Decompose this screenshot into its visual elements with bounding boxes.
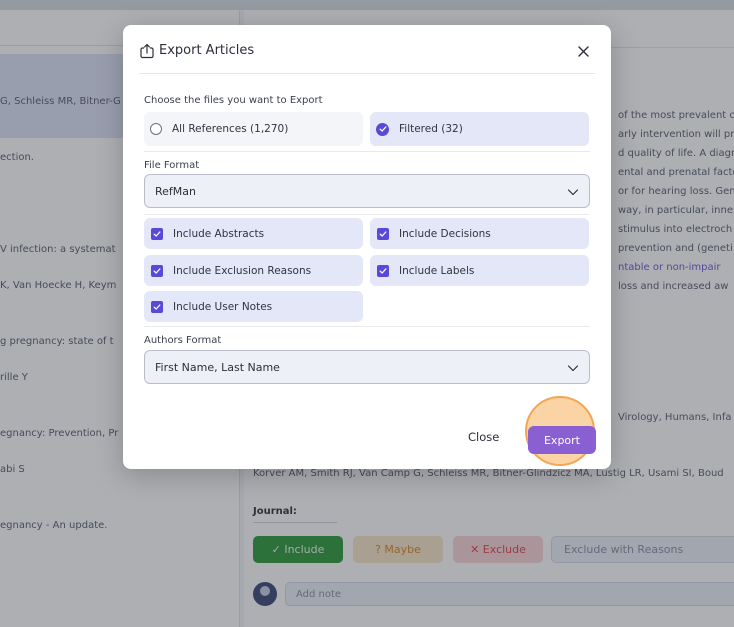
checkbox-label: Include User Notes	[173, 300, 273, 313]
radio-unchecked-icon	[150, 123, 162, 135]
filtered-option[interactable]: Filtered (32)	[370, 112, 589, 146]
modal-header: Export Articles	[139, 41, 595, 74]
checkbox-label: Include Abstracts	[173, 227, 265, 240]
divider	[144, 326, 590, 327]
checkbox-checked-icon	[377, 264, 389, 277]
option-label: Filtered (32)	[399, 123, 463, 135]
checkbox-checked-icon	[151, 264, 163, 277]
export-button[interactable]: Export	[528, 426, 596, 454]
include-labels-checkbox[interactable]: Include Labels	[370, 255, 589, 286]
all-references-option[interactable]: All References (1,270)	[144, 112, 363, 146]
close-button[interactable]: Close	[468, 430, 499, 444]
checkbox-label: Include Exclusion Reasons	[173, 264, 312, 277]
checkbox-checked-icon	[151, 300, 163, 313]
divider	[144, 151, 590, 152]
select-value: First Name, Last Name	[155, 360, 280, 374]
file-format-label: File Format	[144, 160, 200, 171]
authors-format-select[interactable]: First Name, Last Name	[144, 350, 590, 384]
authors-format-label: Authors Format	[144, 335, 222, 346]
include-user-notes-checkbox[interactable]: Include User Notes	[144, 291, 363, 322]
include-decisions-checkbox[interactable]: Include Decisions	[370, 218, 589, 249]
chevron-down-icon	[567, 186, 579, 198]
checkbox-label: Include Decisions	[399, 227, 491, 240]
modal-title: Export Articles	[159, 43, 255, 58]
select-value: RefMan	[155, 184, 196, 198]
file-format-select[interactable]: RefMan	[144, 174, 590, 208]
files-label: Choose the files you want to Export	[144, 95, 323, 106]
radio-checked-icon	[376, 122, 389, 136]
chevron-down-icon	[567, 362, 579, 374]
option-label: All References (1,270)	[172, 123, 289, 135]
checkbox-checked-icon	[151, 227, 163, 240]
include-exclusion-reasons-checkbox[interactable]: Include Exclusion Reasons	[144, 255, 363, 286]
divider	[144, 214, 590, 215]
close-icon[interactable]	[575, 43, 591, 59]
checkbox-label: Include Labels	[399, 264, 475, 277]
checkbox-checked-icon	[377, 227, 389, 240]
include-abstracts-checkbox[interactable]: Include Abstracts	[144, 218, 363, 249]
export-icon	[139, 43, 155, 59]
